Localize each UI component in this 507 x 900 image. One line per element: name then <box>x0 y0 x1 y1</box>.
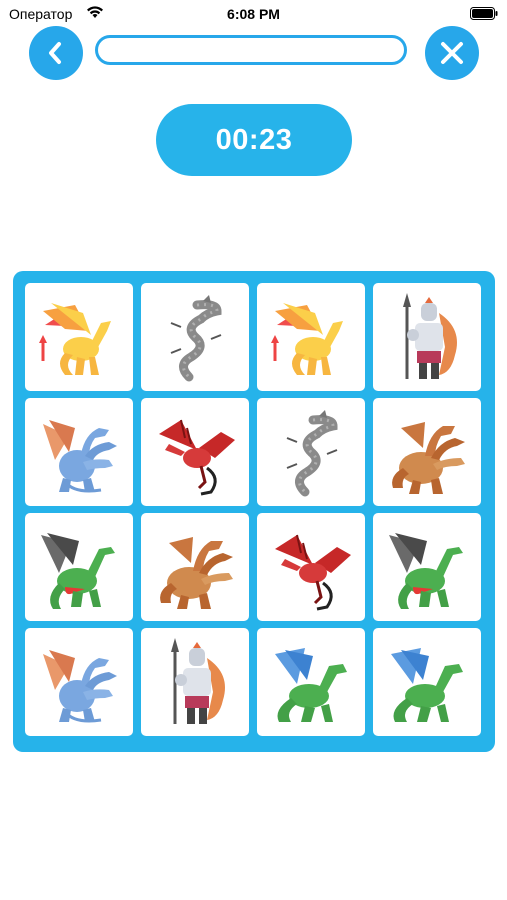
golden-wyvern-icon <box>39 303 111 375</box>
memory-card[interactable] <box>257 513 365 621</box>
memory-card[interactable] <box>25 513 133 621</box>
armored-knight-icon <box>171 638 225 724</box>
memory-card[interactable] <box>25 628 133 736</box>
progress-bar <box>95 35 407 65</box>
brown-hydra-icon <box>160 537 233 609</box>
golden-wyvern-icon <box>271 303 343 375</box>
memory-card[interactable] <box>257 628 365 736</box>
blue-hydra-icon <box>43 420 117 493</box>
memory-card[interactable] <box>373 283 481 391</box>
blue-hydra-icon <box>43 650 117 723</box>
gray-serpent-dragon-icon <box>286 410 338 497</box>
back-button[interactable] <box>29 26 83 80</box>
status-time: 6:08 PM <box>227 6 280 22</box>
brown-hydra-icon <box>392 422 465 494</box>
status-bar: Оператор 6:08 PM <box>0 0 507 28</box>
green-blue-dragon-icon <box>391 648 463 722</box>
green-blue-dragon-icon <box>275 648 347 722</box>
close-icon <box>441 42 463 64</box>
memory-board <box>13 271 495 752</box>
memory-card[interactable] <box>373 513 481 621</box>
red-wyvern-icon <box>275 534 351 611</box>
green-dragon-icon <box>41 533 115 609</box>
green-dragon-icon <box>389 533 463 609</box>
close-button[interactable] <box>425 26 479 80</box>
gray-serpent-dragon-icon <box>170 295 222 382</box>
battery-icon <box>470 7 498 23</box>
memory-card[interactable] <box>141 628 249 736</box>
timer-display: 00:23 <box>156 104 352 176</box>
memory-card[interactable] <box>141 283 249 391</box>
chevron-left-icon <box>49 42 61 64</box>
memory-card[interactable] <box>257 398 365 506</box>
red-wyvern-icon <box>159 419 235 496</box>
memory-card[interactable] <box>373 398 481 506</box>
memory-card[interactable] <box>25 283 133 391</box>
memory-card[interactable] <box>257 283 365 391</box>
memory-card[interactable] <box>373 628 481 736</box>
memory-card[interactable] <box>141 513 249 621</box>
armored-knight-icon <box>403 293 457 379</box>
memory-card[interactable] <box>25 398 133 506</box>
memory-card[interactable] <box>141 398 249 506</box>
